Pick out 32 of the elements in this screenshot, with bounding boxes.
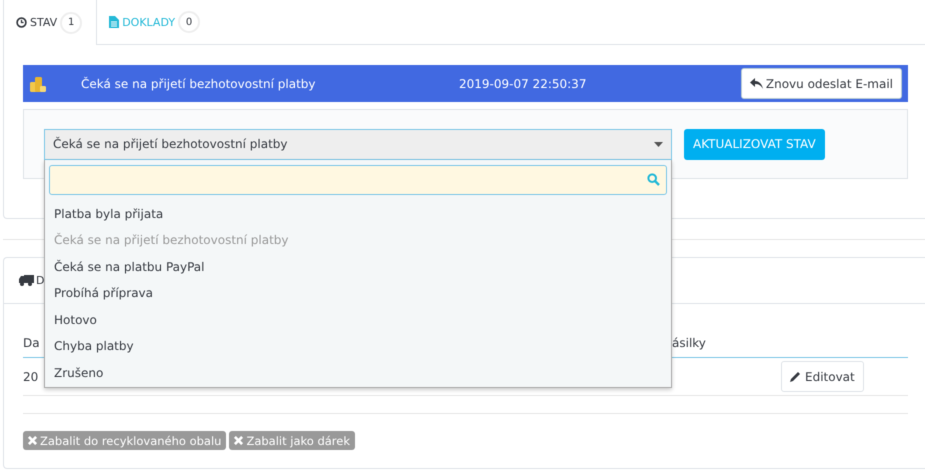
- truck-icon: [19, 275, 34, 286]
- status-select[interactable]: Čeká se na přijetí bezhotovostní platby: [44, 128, 672, 160]
- document-icon: [109, 16, 120, 28]
- dropdown-option[interactable]: Hotovo: [49, 306, 667, 333]
- tag: Zabalit do recyklovaného obalu: [23, 431, 226, 450]
- clock-icon: [16, 17, 27, 28]
- status-text: Čeká se na přijetí bezhotovostní platby: [81, 76, 317, 90]
- tag: Zabalit jako dárek: [229, 431, 356, 450]
- section-title: D: [36, 274, 44, 287]
- reply-icon: [750, 78, 763, 89]
- close-icon[interactable]: [28, 436, 37, 445]
- pencil-icon: [790, 371, 801, 382]
- dropdown-option[interactable]: Zrušeno: [49, 360, 667, 386]
- dropdown-option[interactable]: Chyba platby: [49, 333, 667, 360]
- tab-label: STAV: [30, 16, 58, 29]
- column-header: Da: [23, 336, 40, 350]
- caret-icon: [654, 142, 663, 146]
- table-cell: 20: [23, 370, 38, 384]
- close-icon[interactable]: [234, 436, 244, 445]
- count-badge: 0: [178, 11, 200, 33]
- count-badge: 1: [60, 12, 82, 34]
- status-date: 2019-09-07 22:50:37: [459, 76, 586, 90]
- search-icon: [647, 172, 660, 186]
- coins-icon: [29, 74, 47, 92]
- edit-button[interactable]: Editovat: [781, 361, 864, 392]
- tab-label: DOKLADY: [122, 16, 176, 28]
- dropdown-option[interactable]: Probíhá příprava: [49, 280, 667, 306]
- search-field[interactable]: [49, 164, 667, 194]
- dropdown-option[interactable]: Platba byla přijata: [49, 200, 667, 227]
- column-header: ásilky: [672, 336, 706, 350]
- dropdown-option[interactable]: Čeká se na platbu PayPal: [49, 254, 667, 280]
- resend-email-button[interactable]: Znovu odeslat E-mail: [740, 68, 902, 99]
